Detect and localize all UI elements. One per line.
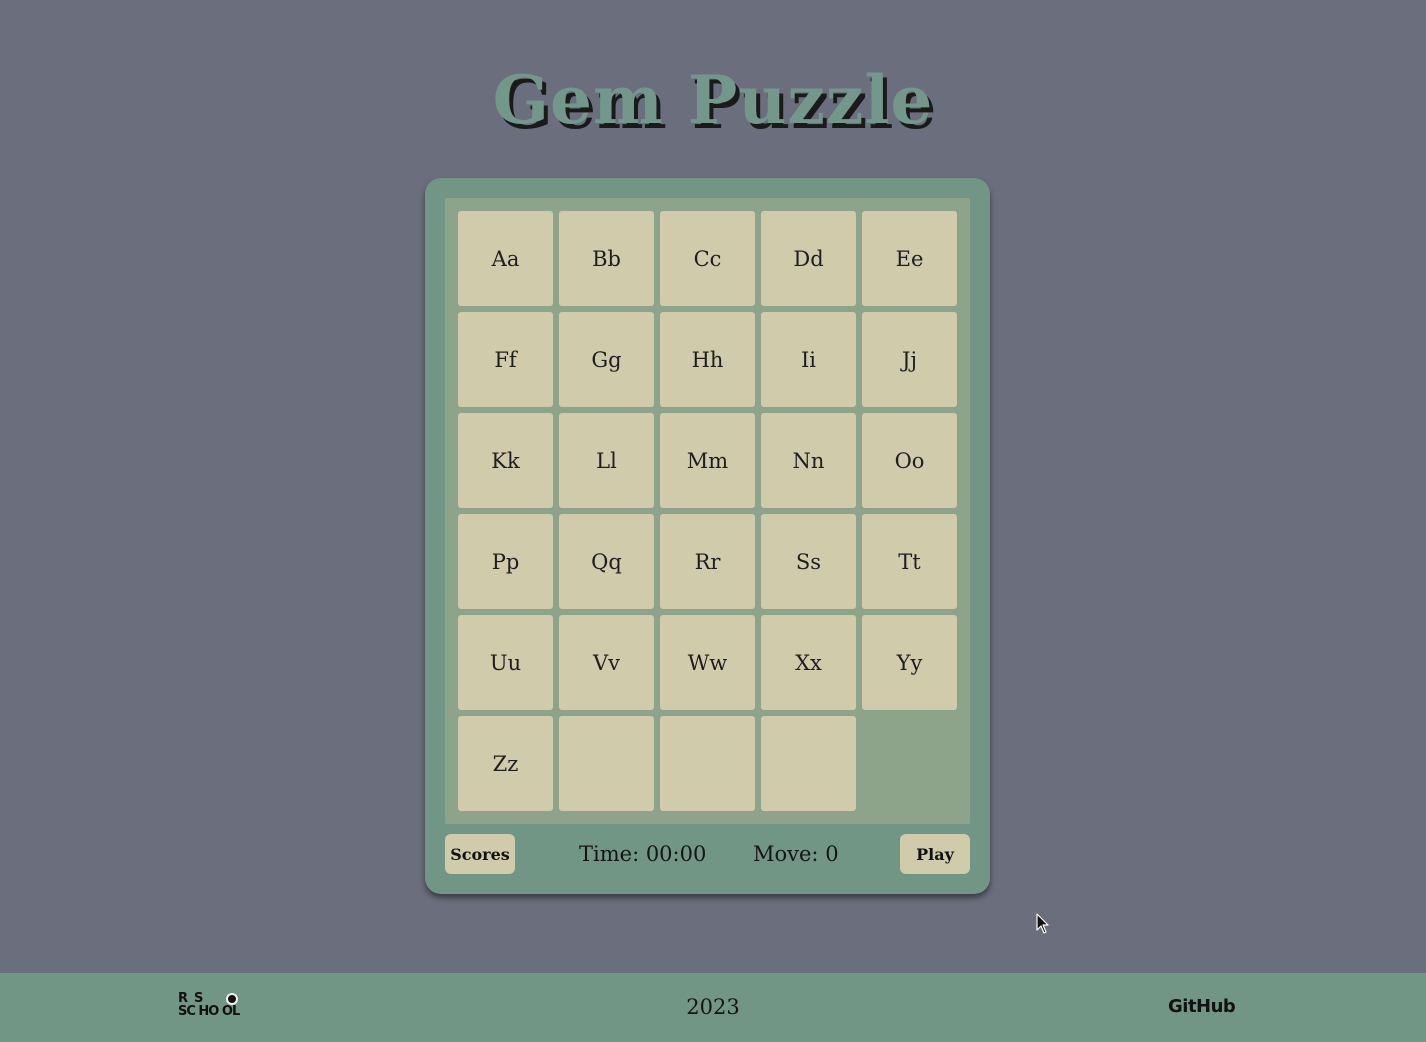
- puzzle-board: Aa Bb Cc Dd Ee Ff Gg Hh Ii Jj Kk Ll Mm Nn Oo Pp Qq Rr Ss Tt…: [445, 198, 970, 824]
- puzzle-tile[interactable]: Bb: [559, 211, 654, 306]
- puzzle-tile[interactable]: Ll: [559, 413, 654, 508]
- puzzle-tile[interactable]: Ee: [862, 211, 957, 306]
- mouse-cursor-icon: [1036, 913, 1049, 934]
- puzzle-tile[interactable]: Zz: [458, 716, 553, 811]
- puzzle-tile[interactable]: Cc: [660, 211, 755, 306]
- puzzle-tile[interactable]: Nn: [761, 413, 856, 508]
- puzzle-tile-blank[interactable]: [660, 716, 755, 811]
- puzzle-tile[interactable]: Oo: [862, 413, 957, 508]
- puzzle-tile[interactable]: Ff: [458, 312, 553, 407]
- puzzle-tile[interactable]: Tt: [862, 514, 957, 609]
- puzzle-tile[interactable]: Vv: [559, 615, 654, 710]
- logo-text-bottom: SC HO OL: [178, 1004, 240, 1019]
- puzzle-tile[interactable]: Gg: [559, 312, 654, 407]
- puzzle-tile[interactable]: Hh: [660, 312, 755, 407]
- page-title: Gem Puzzle: [492, 61, 934, 139]
- puzzle-tile[interactable]: Aa: [458, 211, 553, 306]
- puzzle-tile[interactable]: Ss: [761, 514, 856, 609]
- timer-display: Time: 00:00: [579, 842, 707, 866]
- puzzle-tile[interactable]: Ii: [761, 312, 856, 407]
- puzzle-tile[interactable]: Rr: [660, 514, 755, 609]
- puzzle-tile[interactable]: Pp: [458, 514, 553, 609]
- rs-school-logo[interactable]: R S SC HO OL: [178, 992, 252, 1022]
- game-controls: Scores Time: 00:00 Move: 0 Play: [445, 834, 970, 874]
- puzzle-tile-blank[interactable]: [559, 716, 654, 811]
- move-counter: Move: 0: [753, 842, 839, 866]
- footer: R S SC HO OL 2023 GitHub: [0, 973, 1426, 1042]
- puzzle-tile[interactable]: Mm: [660, 413, 755, 508]
- puzzle-tile[interactable]: Uu: [458, 615, 553, 710]
- puzzle-tile[interactable]: Dd: [761, 211, 856, 306]
- puzzle-tile-blank[interactable]: [761, 716, 856, 811]
- puzzle-tile[interactable]: Jj: [862, 312, 957, 407]
- puzzle-tile[interactable]: Yy: [862, 615, 957, 710]
- game-panel: Aa Bb Cc Dd Ee Ff Gg Hh Ii Jj Kk Ll Mm Nn Oo Pp Qq Rr Ss Tt…: [425, 178, 990, 894]
- play-button[interactable]: Play: [900, 834, 970, 874]
- scores-button[interactable]: Scores: [445, 834, 515, 874]
- puzzle-tile[interactable]: Qq: [559, 514, 654, 609]
- puzzle-tile[interactable]: Kk: [458, 413, 553, 508]
- github-link[interactable]: GitHub: [1168, 995, 1236, 1019]
- puzzle-tile[interactable]: Xx: [761, 615, 856, 710]
- puzzle-tile[interactable]: Ww: [660, 615, 755, 710]
